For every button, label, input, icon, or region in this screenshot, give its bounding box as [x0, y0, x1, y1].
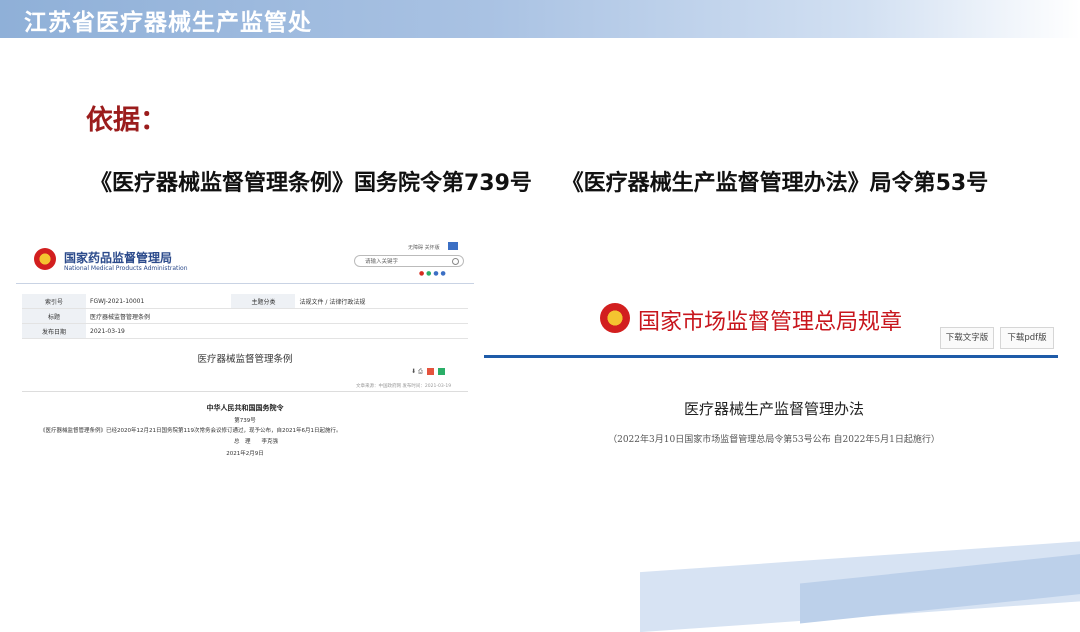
regulations-line: 《医疗器械监督管理条例》国务院令第739号 《医疗器械生产监督管理办法》局令第5… — [90, 165, 1010, 197]
doc-title: 医疗器械监督管理条例 — [197, 354, 293, 365]
search-placeholder: 请输入关键字 — [365, 259, 399, 265]
weibo-icon[interactable]: ● — [419, 270, 424, 277]
source-date-line: 文章来源：中国政府网 发布时间：2021-03-19 — [356, 384, 452, 389]
doc-tools: ⬇ ⎙ — [411, 368, 445, 376]
regulation-2: 《医疗器械生产监督管理办法》局令第53号 — [561, 171, 989, 196]
national-emblem-icon — [34, 248, 56, 270]
meta-value: 医疗器械监督管理条例 — [86, 308, 468, 324]
order-number: 第739号 — [234, 418, 256, 424]
issuer: 中华人民共和国国务院令 — [206, 404, 284, 412]
download-pdf-button[interactable]: 下载pdf版 — [1000, 327, 1054, 349]
sign-date: 2021年2月9日 — [226, 451, 264, 457]
header-title: 江苏省医疗器械生产监管处 — [24, 10, 312, 36]
content-divider — [22, 391, 468, 392]
weibo-share-icon[interactable] — [426, 368, 434, 375]
nmpa-page-screenshot: 国家药品监督管理局 National Medical Products Admi… — [16, 238, 474, 466]
basis-label: 依据： — [86, 105, 167, 136]
meta-value: 法规文件 / 法律行政法规 — [295, 294, 468, 309]
meta-value: 2021-03-19 — [86, 323, 468, 339]
language-button[interactable] — [448, 242, 458, 250]
meta-label: 索引号 — [22, 294, 86, 309]
meta-label: 标题 — [22, 308, 86, 324]
table-row: 发布日期 2021-03-19 — [22, 323, 468, 339]
meta-label: 主题分类 — [231, 294, 296, 309]
samr-page-screenshot: 国家市场监督管理总局规章 下载文字版 下载pdf版 医疗器械生产监督管理办法 （… — [484, 292, 1060, 452]
print-icon[interactable]: ⎙ — [418, 368, 423, 375]
wechat-icon[interactable]: ● — [426, 270, 431, 277]
mail-icon[interactable]: ● — [441, 270, 446, 277]
nmpa-name-cn: 国家药品监督管理局 — [64, 251, 173, 265]
meta-value: FGWJ-2021-10001 — [86, 294, 232, 309]
national-emblem-icon — [600, 303, 630, 333]
download-icon[interactable]: ⬇ — [411, 368, 416, 375]
social-icons: ● ● ● ● — [419, 270, 446, 277]
app-icon[interactable]: ● — [433, 270, 438, 277]
regulation-1: 《医疗器械监督管理条例》国务院令第739号 — [90, 171, 532, 196]
search-input[interactable]: 请输入关键字 — [354, 255, 464, 267]
meta-label: 发布日期 — [22, 323, 86, 339]
nmpa-name-en: National Medical Products Administration — [64, 265, 188, 272]
header-banner: 江苏省医疗器械生产监管处 — [0, 0, 1080, 38]
premier-signature: 总 理 李克强 — [234, 439, 279, 445]
promulgation-text: 《医疗器械监督管理条例》已经2020年12月21日国务院第119次常务会议修订通… — [40, 428, 342, 434]
table-row: 索引号 FGWJ-2021-10001 主题分类 法规文件 / 法律行政法规 — [22, 294, 468, 309]
doc-subtitle: （2022年3月10日国家市场监督管理总局令第53号公布 自2022年5月1日起… — [608, 435, 940, 445]
wechat-share-icon[interactable] — [437, 368, 445, 375]
samr-title: 国家市场监督管理总局规章 — [638, 310, 903, 335]
title-underline — [484, 355, 1058, 358]
table-row: 标题 医疗器械监督管理条例 — [22, 308, 468, 324]
doc-meta-table: 索引号 FGWJ-2021-10001 主题分类 法规文件 / 法律行政法规 标… — [22, 294, 468, 339]
doc-title: 医疗器械生产监督管理办法 — [683, 400, 864, 418]
top-links[interactable]: 无障碍 关怀版 — [408, 244, 440, 251]
search-icon[interactable] — [452, 258, 459, 265]
header-divider — [16, 283, 474, 284]
download-text-button[interactable]: 下载文字版 — [940, 327, 994, 349]
